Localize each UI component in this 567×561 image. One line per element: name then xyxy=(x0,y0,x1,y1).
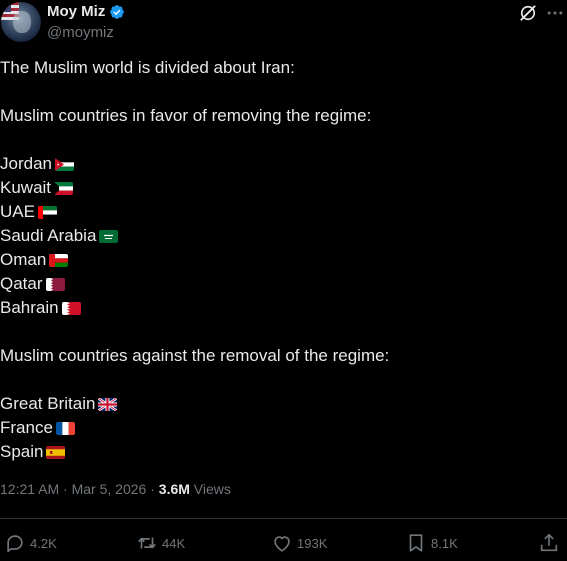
spain-flag-icon xyxy=(46,445,66,459)
author-handle[interactable]: @moymiz xyxy=(47,24,114,41)
repost-button[interactable]: 44K xyxy=(136,530,185,556)
country-item: Kuwait xyxy=(0,176,560,200)
kuwait-flag-icon xyxy=(54,181,74,195)
tweet-date[interactable]: Mar 5, 2026 xyxy=(72,481,147,497)
bookmark-icon xyxy=(409,534,423,552)
country-name: Bahrain xyxy=(0,298,59,317)
bahrain-flag-icon xyxy=(61,301,81,315)
france-flag-icon xyxy=(55,421,75,435)
country-item: Saudi Arabia xyxy=(0,224,560,248)
meta-separator: · xyxy=(63,481,68,497)
country-item: France xyxy=(0,416,560,440)
reply-count: 4.2K xyxy=(30,535,57,551)
country-item: Bahrain xyxy=(0,296,560,320)
country-name: UAE xyxy=(0,202,35,221)
favor-heading: Muslim countries in favor of removing th… xyxy=(0,106,372,125)
tweet-text: The Muslim world is divided about Iran: … xyxy=(0,56,560,464)
country-item: Qatar xyxy=(0,272,560,296)
uae-flag-icon xyxy=(37,205,57,219)
more-icon[interactable] xyxy=(545,3,565,23)
against-heading: Muslim countries against the removal of … xyxy=(0,346,390,365)
divider xyxy=(0,518,567,519)
qatar-flag-icon xyxy=(45,277,65,291)
verified-badge-icon xyxy=(110,4,125,19)
country-item: Great Britain xyxy=(0,392,560,416)
views-count: 3.6M xyxy=(158,481,190,497)
tweet-meta: 12:21 AM · Mar 5, 2026 · 3.6M Views xyxy=(0,481,231,497)
country-name: Spain xyxy=(0,442,44,461)
oman-flag-icon xyxy=(49,253,69,267)
jordan-flag-icon xyxy=(54,157,74,171)
reply-icon xyxy=(7,535,23,553)
country-item: Jordan xyxy=(0,152,560,176)
like-button[interactable]: 193K xyxy=(271,530,327,556)
views-label: Views xyxy=(193,481,231,497)
author-display-name[interactable]: Moy Miz xyxy=(47,3,125,20)
avatar[interactable] xyxy=(1,2,41,42)
tweet-actions: 4.2K 44K 193K 8.1K xyxy=(0,530,567,556)
bookmark-button[interactable]: 8.1K xyxy=(405,530,458,556)
like-count: 193K xyxy=(297,535,328,551)
country-name: France xyxy=(0,418,53,437)
heart-icon xyxy=(274,536,290,552)
share-button[interactable] xyxy=(538,530,560,556)
avatar-face xyxy=(13,11,31,33)
reply-button[interactable]: 4.2K xyxy=(4,530,57,556)
country-name: Oman xyxy=(0,250,47,269)
tweet-intro: The Muslim world is divided about Iran: xyxy=(0,58,295,77)
country-name: Kuwait xyxy=(0,178,52,197)
meta-separator: · xyxy=(150,481,155,497)
country-item: Spain xyxy=(0,440,560,464)
repost-count: 44K xyxy=(162,535,186,551)
tweet-time[interactable]: 12:21 AM xyxy=(0,481,59,497)
country-name: Jordan xyxy=(0,154,52,173)
country-name: Saudi Arabia xyxy=(0,226,97,245)
grok-icon[interactable] xyxy=(518,3,538,23)
avatar-flag-canton xyxy=(1,2,11,12)
country-name: Great Britain xyxy=(0,394,96,413)
repost-icon xyxy=(138,537,156,549)
saudi-flag-icon xyxy=(99,229,119,243)
country-item: UAE xyxy=(0,200,560,224)
author-name-text[interactable]: Moy Miz xyxy=(47,3,105,20)
bookmark-count: 8.1K xyxy=(431,535,458,551)
share-icon xyxy=(540,533,558,552)
country-item: Oman xyxy=(0,248,560,272)
uk-flag-icon xyxy=(98,397,118,411)
country-name: Qatar xyxy=(0,274,43,293)
tweet-header: Moy Miz @moymiz xyxy=(0,0,567,46)
